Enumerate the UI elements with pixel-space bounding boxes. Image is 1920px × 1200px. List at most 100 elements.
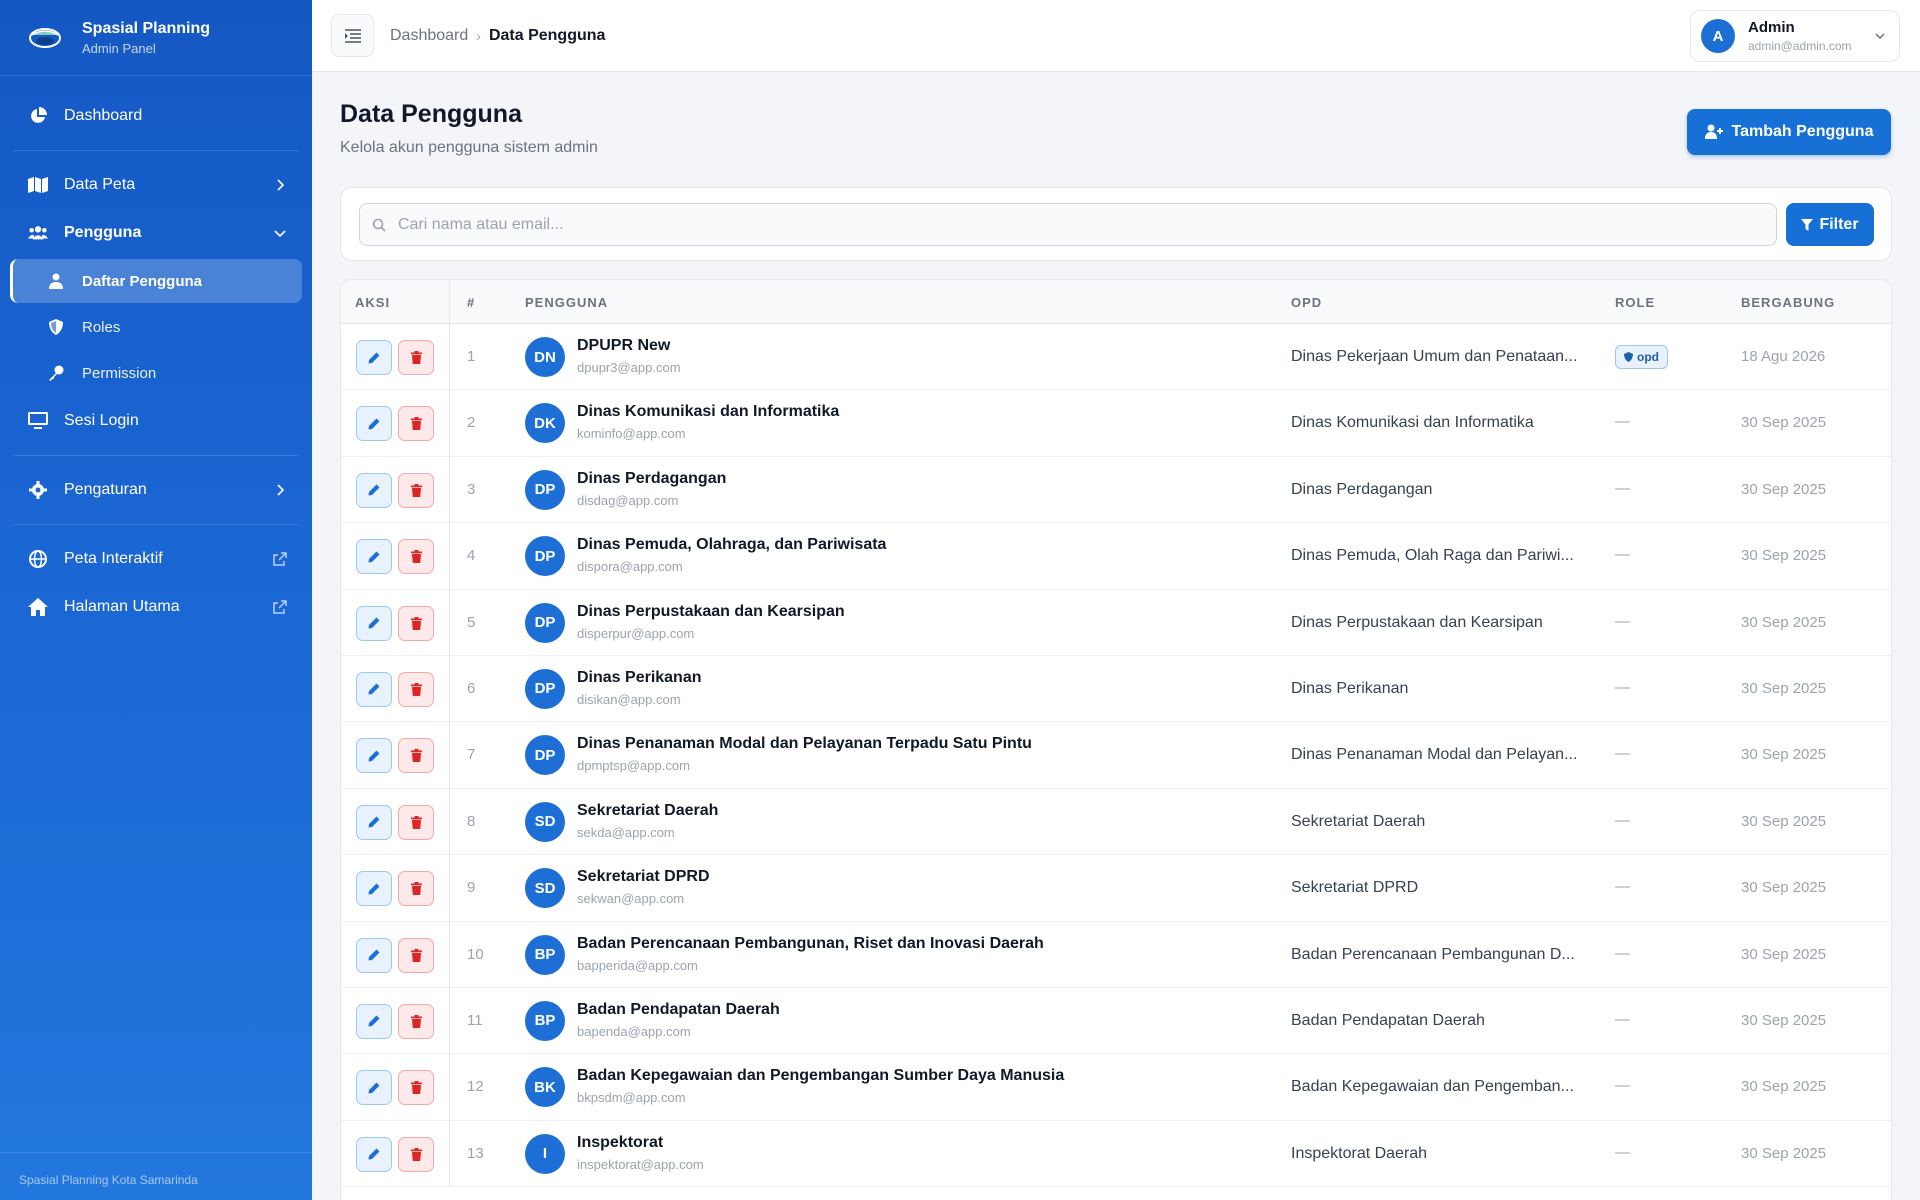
table-row: 6 DP Dinas Perikanan disikan@app.com Din… (341, 655, 1891, 723)
search-icon (372, 218, 386, 232)
avatar: I (525, 1133, 565, 1174)
header-pengguna[interactable]: PENGGUNA (525, 295, 608, 310)
user-name: Dinas Perdagangan (577, 469, 727, 487)
delete-button[interactable] (398, 1070, 434, 1106)
edit-button[interactable] (356, 738, 392, 774)
add-user-button[interactable]: Tambah Pengguna (1687, 109, 1891, 155)
trash-icon (410, 550, 422, 564)
sidebar-item-permission[interactable]: Permission (10, 351, 302, 395)
filter-button[interactable]: Filter (1786, 203, 1874, 246)
sidebar-item-label: Halaman Utama (64, 598, 180, 615)
search-field[interactable] (359, 203, 1777, 246)
join-date: 30 Sep 2025 (1741, 812, 1827, 830)
user-name: Dinas Komunikasi dan Informatika (577, 403, 840, 421)
sidebar-item-daftar-pengguna[interactable]: Daftar Pengguna (10, 259, 302, 303)
avatar: DN (525, 337, 565, 377)
delete-button[interactable] (398, 340, 434, 375)
edit-button[interactable] (356, 1003, 392, 1039)
delete-button[interactable] (398, 1003, 434, 1039)
user-name: Dinas Perikanan (577, 668, 702, 686)
table-row: 13 I Inspektorat inspektorat@app.com Ins… (341, 1120, 1891, 1188)
breadcrumb-dashboard-link[interactable]: Dashboard (390, 27, 468, 45)
sidebar-item-data-peta[interactable]: Data Peta (0, 161, 312, 209)
opd-name: Dinas Pemuda, Olah Raga dan Pariwi... (1291, 547, 1574, 565)
sidebar-item-pengguna[interactable]: Pengguna (0, 209, 312, 257)
sidebar-toggle-button[interactable] (331, 14, 374, 57)
filter-icon (1801, 218, 1814, 231)
join-date: 30 Sep 2025 (1741, 480, 1827, 498)
header-role[interactable]: ROLE (1615, 295, 1655, 310)
sidebar-item-peta-interaktif[interactable]: Peta Interaktif (0, 535, 312, 583)
delete-button[interactable] (398, 1136, 434, 1172)
table-row: 12 BK Badan Kepegawaian dan Pengembangan… (341, 1054, 1891, 1121)
user-email: bapenda@app.com (577, 1023, 691, 1039)
sidebar-item-label: Roles (82, 318, 121, 336)
edit-button[interactable] (356, 671, 392, 707)
actions-cell (341, 855, 450, 921)
sidebar-item-dashboard[interactable]: Dashboard (0, 92, 312, 140)
user-name: DPUPR New (577, 337, 671, 354)
brand-subtitle: Admin Panel (82, 40, 156, 56)
sidebar-item-label: Sesi Login (64, 412, 139, 429)
sidebar-item-halaman-utama[interactable]: Halaman Utama (0, 583, 312, 631)
page-header: Data Pengguna Kelola akun pengguna siste… (340, 100, 598, 157)
row-number: 1 (467, 348, 476, 365)
delete-button[interactable] (398, 605, 434, 641)
avatar: BP (525, 934, 565, 975)
edit-button[interactable] (356, 937, 392, 973)
header-bergabung[interactable]: BERGABUNG (1741, 295, 1835, 310)
edit-button[interactable] (356, 1070, 392, 1106)
delete-button[interactable] (398, 871, 434, 907)
avatar: SD (525, 801, 565, 842)
breadcrumb-current: Data Pengguna (488, 26, 606, 44)
table-row: 9 SD Sekretariat DPRD sekwan@app.com Sek… (341, 855, 1891, 922)
user-icon (48, 273, 64, 289)
edit-button[interactable] (356, 871, 392, 907)
table-row: 10 BP Badan Perencanaan Pembangunan, Ris… (341, 921, 1891, 988)
edit-button[interactable] (356, 1136, 392, 1172)
sidebar-item-pengaturan[interactable]: Pengaturan (0, 466, 312, 514)
header-opd[interactable]: OPD (1291, 295, 1322, 310)
shield-icon (1624, 352, 1633, 362)
avatar: BP (525, 1000, 565, 1041)
edit-button[interactable] (356, 605, 392, 641)
delete-button[interactable] (398, 539, 434, 575)
breadcrumb: Dashboard › Data Pengguna (390, 27, 605, 45)
shield-icon (48, 319, 64, 335)
row-number: 2 (467, 414, 476, 432)
user-menu[interactable]: A Admin admin@admin.com (1690, 10, 1900, 62)
sidebar-item-sesi-login[interactable]: Sesi Login (0, 397, 312, 445)
pencil-icon (368, 617, 380, 629)
divider (14, 455, 298, 456)
opd-name: Badan Pendapatan Daerah (1291, 1011, 1485, 1029)
brand: Spasial Planning Admin Panel (0, 0, 312, 76)
edit-button[interactable] (356, 340, 392, 375)
join-date: 30 Sep 2025 (1741, 945, 1827, 963)
edit-button[interactable] (356, 406, 392, 442)
user-plus-icon (1704, 124, 1723, 139)
delete-button[interactable] (398, 406, 434, 442)
role-empty: — (1615, 612, 1630, 630)
add-user-label: Tambah Pengguna (1731, 123, 1874, 140)
delete-button[interactable] (398, 738, 434, 774)
user-email: dpupr3@app.com (577, 360, 681, 375)
delete-button[interactable] (398, 671, 434, 707)
edit-button[interactable] (356, 472, 392, 508)
row-number: 6 (467, 679, 476, 697)
edit-button[interactable] (356, 804, 392, 840)
delete-button[interactable] (398, 472, 434, 508)
opd-name: Dinas Perpustakaan dan Kearsipan (1291, 613, 1543, 631)
sidebar-item-label: Daftar Pengguna (82, 272, 203, 290)
role-badge: opd (1615, 345, 1668, 369)
search-input[interactable] (398, 215, 1758, 234)
edit-button[interactable] (356, 539, 392, 575)
delete-button[interactable] (398, 804, 434, 840)
role-empty: — (1615, 878, 1630, 896)
pencil-icon (368, 949, 380, 961)
delete-button[interactable] (398, 937, 434, 973)
role-empty: — (1615, 745, 1630, 763)
trash-icon (410, 1081, 422, 1095)
row-number: 11 (467, 1011, 483, 1029)
sidebar-item-roles[interactable]: Roles (10, 305, 302, 349)
opd-name: Sekretariat Daerah (1291, 812, 1426, 830)
